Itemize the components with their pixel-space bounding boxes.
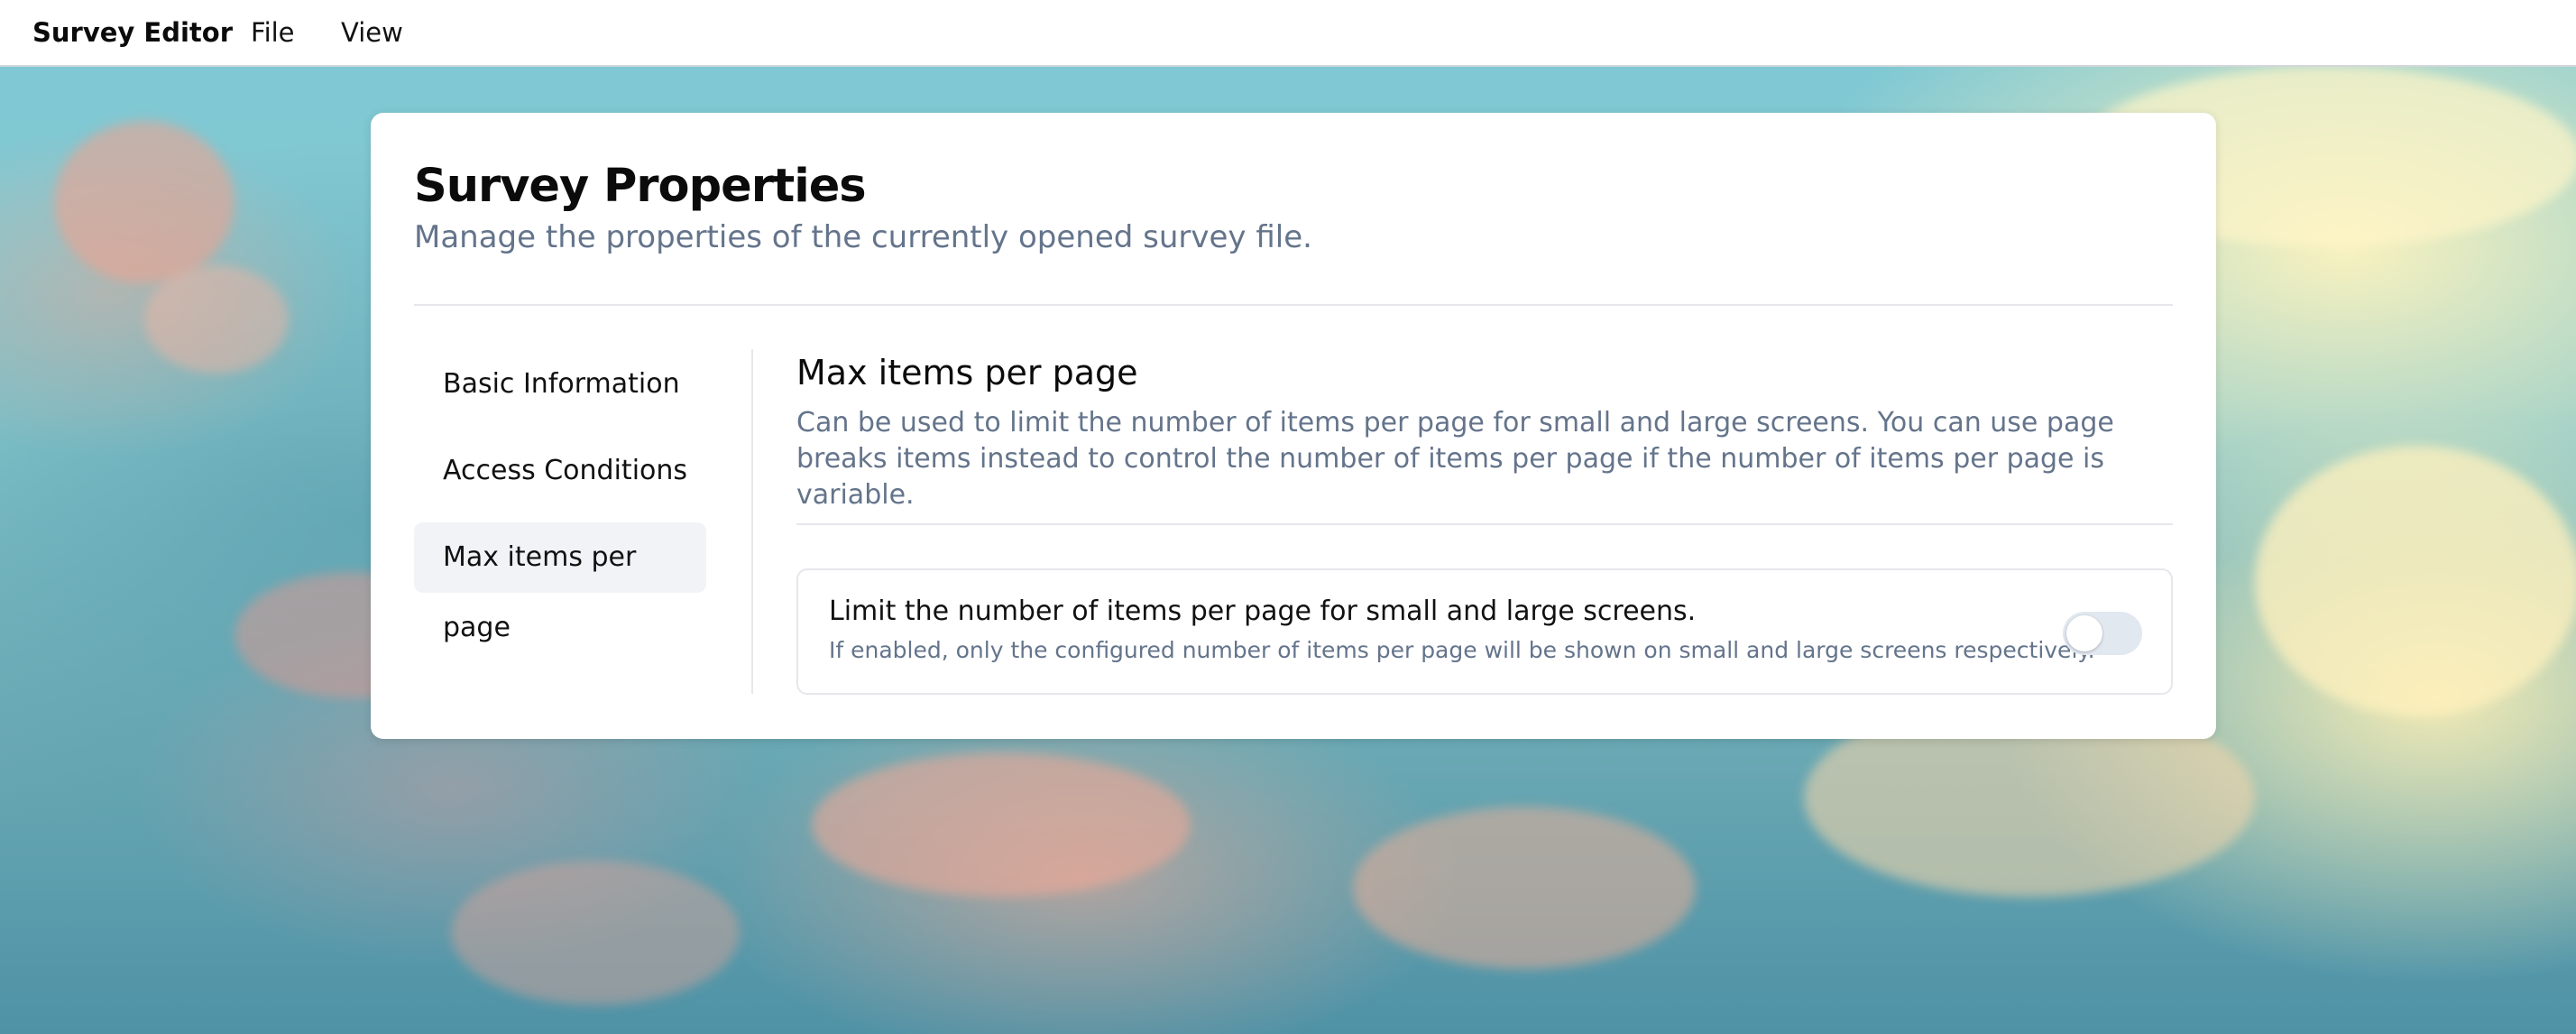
survey-properties-card: Survey Properties Manage the properties … — [371, 113, 2216, 739]
toggle-knob — [2066, 615, 2102, 651]
menu-bar: Survey Editor File View — [0, 0, 2576, 67]
section-title: Max items per page — [796, 353, 1138, 392]
page-title: Survey Properties — [414, 160, 867, 213]
app-title: Survey Editor — [32, 17, 234, 48]
option-title: Limit the number of items per page for s… — [829, 595, 1697, 627]
nav-item-access-conditions[interactable]: Access Conditions — [414, 436, 706, 506]
divider — [414, 304, 2173, 306]
properties-nav: Basic Information Access Conditions Max … — [414, 349, 706, 643]
menu-file[interactable]: File — [251, 17, 295, 48]
nav-item-max-items-per-page[interactable]: Max items per page — [414, 522, 706, 643]
nav-item-basic-information[interactable]: Basic Information — [414, 349, 706, 420]
limit-items-toggle[interactable] — [2063, 612, 2142, 655]
limit-items-option: Limit the number of items per page for s… — [796, 568, 2173, 695]
option-description: If enabled, only the configured number o… — [829, 637, 2095, 663]
divider — [796, 523, 2173, 525]
page-subtitle: Manage the properties of the currently o… — [414, 219, 1312, 255]
nav-separator — [751, 349, 753, 694]
menu-view[interactable]: View — [341, 17, 403, 48]
section-description: Can be used to limit the number of items… — [796, 407, 2114, 511]
